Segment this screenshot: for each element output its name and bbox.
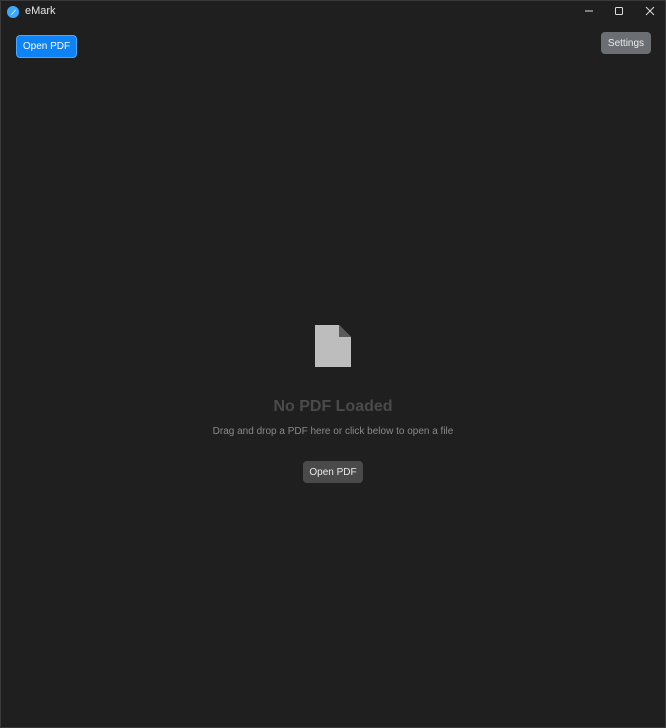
- close-button[interactable]: [634, 1, 665, 23]
- maximize-icon: [614, 3, 624, 21]
- document-icon: [314, 324, 352, 368]
- close-icon: [645, 3, 655, 21]
- open-pdf-button[interactable]: Open PDF: [16, 35, 77, 58]
- drop-zone[interactable]: No PDF Loaded Drag and drop a PDF here o…: [1, 1, 665, 727]
- maximize-button[interactable]: [603, 1, 635, 23]
- empty-state-subtitle: Drag and drop a PDF here or click below …: [212, 426, 454, 437]
- app-window: eMark Open PDF Settings No PDF Loaded Dr…: [0, 0, 666, 728]
- title-bar[interactable]: eMark: [1, 1, 665, 23]
- app-logo-icon: [7, 6, 19, 18]
- minimize-icon: [584, 3, 594, 21]
- open-pdf-center-button[interactable]: Open PDF: [303, 461, 363, 483]
- empty-state-title: No PDF Loaded: [273, 398, 393, 415]
- window-title: eMark: [25, 5, 56, 17]
- minimize-button[interactable]: [573, 1, 605, 23]
- settings-button[interactable]: Settings: [601, 32, 651, 54]
